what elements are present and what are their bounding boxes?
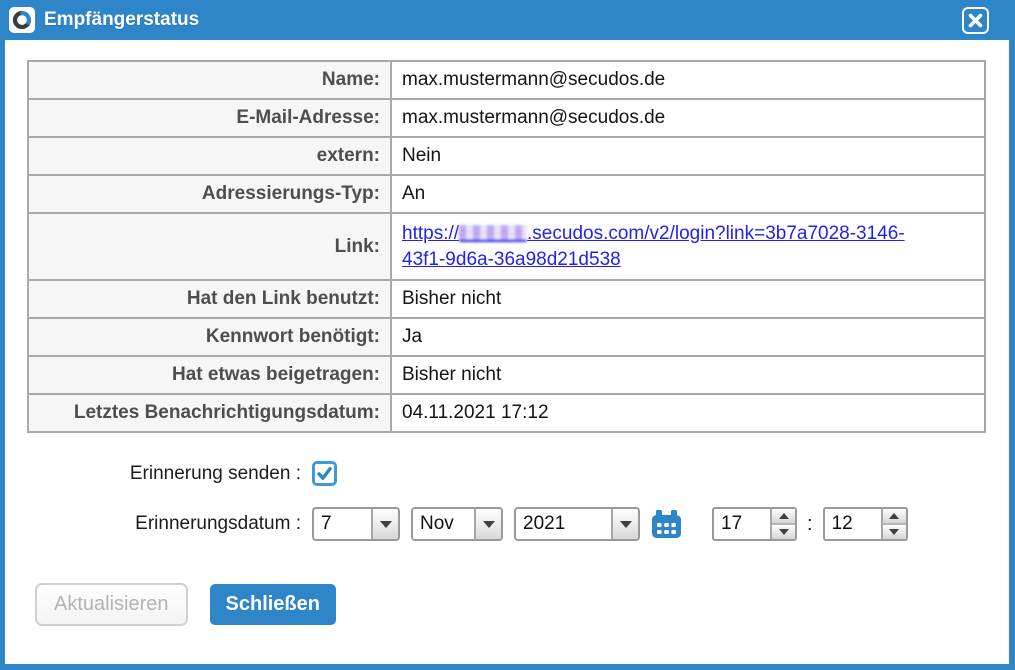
row-value: An xyxy=(391,175,985,213)
reminder-send-checkbox[interactable] xyxy=(312,461,337,486)
table-row: E-Mail-Adresse: max.mustermann@secudos.d… xyxy=(28,99,985,137)
minute-stepper[interactable]: 12 xyxy=(823,507,908,541)
table-row: Hat den Link benutzt: Bisher nicht xyxy=(28,280,985,318)
triangle-up-icon xyxy=(779,513,789,519)
hour-increment-button[interactable] xyxy=(772,509,795,525)
dialog-body: Name: max.mustermann@secudos.de E-Mail-A… xyxy=(5,40,1009,664)
minute-value: 12 xyxy=(825,509,881,539)
row-value: https://.secudos.com/v2/login?link=3b7a7… xyxy=(391,213,985,280)
triangle-up-icon xyxy=(889,513,899,519)
recipient-login-link[interactable]: https://.secudos.com/v2/login?link=3b7a7… xyxy=(402,223,905,270)
reminder-send-label: Erinnerung senden : xyxy=(27,463,301,485)
table-row: Hat etwas beigetragen: Bisher nicht xyxy=(28,356,985,394)
row-label: Letztes Benachrichtigungsdatum: xyxy=(28,394,391,432)
recipient-status-table: Name: max.mustermann@secudos.de E-Mail-A… xyxy=(27,60,986,433)
row-value: Nein xyxy=(391,137,985,175)
table-row: extern: Nein xyxy=(28,137,985,175)
month-select-arrow-button[interactable] xyxy=(474,509,501,539)
close-icon[interactable] xyxy=(962,7,989,34)
row-value: 04.11.2021 17:12 xyxy=(391,394,985,432)
table-row: Kennwort benötigt: Ja xyxy=(28,318,985,356)
chevron-down-icon xyxy=(483,521,495,528)
hour-stepper-buttons xyxy=(770,509,795,539)
reminder-send-row: Erinnerung senden : xyxy=(27,461,1009,486)
redacted-hostname xyxy=(459,225,527,242)
row-label: Link: xyxy=(28,213,391,280)
row-value: Bisher nicht xyxy=(391,280,985,318)
row-label: Kennwort benötigt: xyxy=(28,318,391,356)
app-logo-icon xyxy=(9,7,35,33)
hour-stepper[interactable]: 17 xyxy=(712,507,797,541)
table-row-link: Link: https://.secudos.com/v2/login?link… xyxy=(28,213,985,280)
row-value: Bisher nicht xyxy=(391,356,985,394)
update-button[interactable]: Aktualisieren xyxy=(35,583,188,626)
day-select-arrow-button[interactable] xyxy=(371,509,398,539)
month-select[interactable]: Nov xyxy=(411,507,503,541)
time-separator: : xyxy=(807,513,813,536)
reminder-date-label: Erinnerungsdatum : xyxy=(27,513,301,535)
dialog-title: Empfängerstatus xyxy=(44,9,962,31)
row-value: Ja xyxy=(391,318,985,356)
hour-value: 17 xyxy=(714,509,770,539)
row-label: E-Mail-Adresse: xyxy=(28,99,391,137)
row-label: Hat den Link benutzt: xyxy=(28,280,391,318)
close-button[interactable]: Schließen xyxy=(210,584,336,625)
year-select-arrow-button[interactable] xyxy=(611,509,638,539)
dialog-titlebar: Empfängerstatus xyxy=(0,0,1015,40)
row-label: Adressierungs-Typ: xyxy=(28,175,391,213)
row-label: Hat etwas beigetragen: xyxy=(28,356,391,394)
row-value: max.mustermann@secudos.de xyxy=(391,99,985,137)
minute-decrement-button[interactable] xyxy=(883,525,906,539)
chevron-down-icon xyxy=(380,521,392,528)
month-select-value: Nov xyxy=(413,509,474,539)
recipient-status-dialog: Empfängerstatus Name: max.mustermann@sec… xyxy=(0,0,1015,670)
minute-stepper-buttons xyxy=(881,509,906,539)
chevron-down-icon xyxy=(620,521,632,528)
reminder-date-row: Erinnerungsdatum : 7 Nov 2021 xyxy=(27,507,1009,541)
dialog-button-row: Aktualisieren Schließen xyxy=(35,583,1009,626)
table-row: Adressierungs-Typ: An xyxy=(28,175,985,213)
table-row: Name: max.mustermann@secudos.de xyxy=(28,61,985,99)
row-value: max.mustermann@secudos.de xyxy=(391,61,985,99)
table-row: Letztes Benachrichtigungsdatum: 04.11.20… xyxy=(28,394,985,432)
year-select-value: 2021 xyxy=(516,509,611,539)
row-label: extern: xyxy=(28,137,391,175)
day-select-value: 7 xyxy=(314,509,371,539)
day-select[interactable]: 7 xyxy=(312,507,400,541)
calendar-picker-button[interactable] xyxy=(651,509,682,540)
calendar-icon xyxy=(651,509,682,540)
year-select[interactable]: 2021 xyxy=(514,507,640,541)
reminder-form: Erinnerung senden : Erinnerungsdatum : 7… xyxy=(27,461,1009,541)
hour-decrement-button[interactable] xyxy=(772,525,795,539)
triangle-down-icon xyxy=(889,529,899,535)
minute-increment-button[interactable] xyxy=(883,509,906,525)
row-label: Name: xyxy=(28,61,391,99)
triangle-down-icon xyxy=(779,529,789,535)
